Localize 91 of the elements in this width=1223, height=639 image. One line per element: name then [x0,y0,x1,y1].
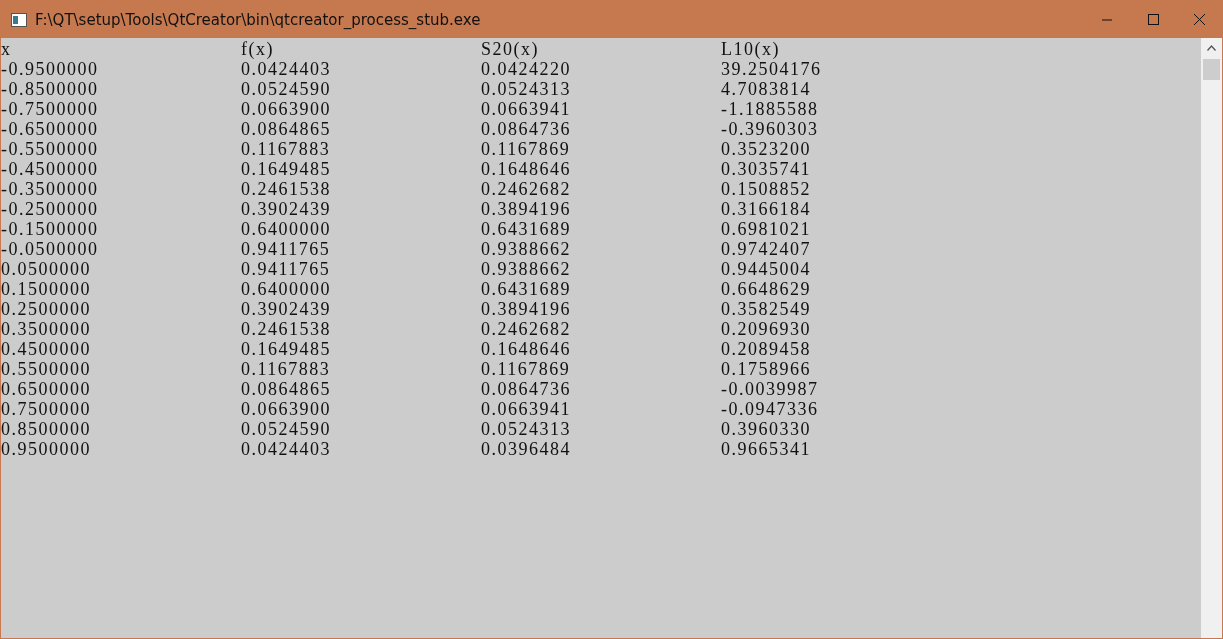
output-value: 0.3500000 [1,319,91,339]
output-value: 0.9411765 [241,239,331,259]
output-value: 0.3960330 [721,419,811,439]
output-value: 0.6431689 [481,279,571,299]
output-value: 0.0524590 [241,419,331,439]
output-value: 0.3166184 [721,199,811,219]
output-value: -0.4500000 [1,159,99,179]
output-value: 0.6500000 [1,379,91,399]
output-value: 0.0424220 [481,59,571,79]
output-value: 0.9411765 [241,259,331,279]
output-value: 0.0864865 [241,379,331,399]
output-value: 0.0500000 [1,259,91,279]
output-value: 0.1167869 [481,359,571,379]
chevron-up-icon [1207,45,1216,51]
output-value: 0.1167883 [241,139,331,159]
output-value: 0.0424403 [241,439,331,459]
output-value: 0.9388662 [481,259,571,279]
output-value: 0.1648646 [481,339,571,359]
output-value: 0.0864736 [481,119,571,139]
output-value: 0.6981021 [721,219,811,239]
output-value: 0.6648629 [721,279,811,299]
output-value: 0.9665341 [721,439,811,459]
output-value: 0.1500000 [1,279,91,299]
output-value: 0.3582549 [721,299,811,319]
output-value: 0.9388662 [481,239,571,259]
output-value: -0.0947336 [721,399,819,419]
output-value: -0.3500000 [1,179,99,199]
column-header: S20(x) [481,39,539,59]
output-value: -0.2500000 [1,199,99,219]
column-header: f(x) [241,39,274,59]
maximize-icon [1147,14,1159,25]
output-value: 0.2461538 [241,179,331,199]
output-value: 0.3894196 [481,299,571,319]
output-value: -0.0500000 [1,239,99,259]
console-app-icon [11,12,27,27]
output-value: 0.1758966 [721,359,811,379]
output-value: 39.2504176 [721,59,822,79]
output-value: 0.1648646 [481,159,571,179]
output-value: 0.4500000 [1,339,91,359]
output-value: -0.6500000 [1,119,99,139]
output-value: 0.2096930 [721,319,811,339]
output-value: 0.1649485 [241,339,331,359]
output-value: 0.0524313 [481,419,571,439]
window-title: F:\QT\setup\Tools\QtCreator\bin\qtcreator_process_stub.exe [35,10,482,29]
output-value: 0.0864736 [481,379,571,399]
vertical-scrollbar[interactable] [1201,38,1222,638]
output-value: 0.2462682 [481,179,571,199]
output-value: 0.0663941 [481,99,571,119]
output-value: 0.5500000 [1,359,91,379]
output-value: -0.9500000 [1,59,99,79]
column-header: L10(x) [721,39,780,59]
output-value: 0.3894196 [481,199,571,219]
output-value: 0.8500000 [1,419,91,439]
output-value: 0.0864865 [241,119,331,139]
output-value: 0.7500000 [1,399,91,419]
output-value: 0.1167869 [481,139,571,159]
output-value: 0.2461538 [241,319,331,339]
output-value: -0.7500000 [1,99,99,119]
output-value: 0.1167883 [241,359,331,379]
output-value: 4.7083814 [721,79,811,99]
output-value: -0.1500000 [1,219,99,239]
output-value: 0.9500000 [1,439,91,459]
output-value: 0.3902439 [241,299,331,319]
output-value: 0.0663941 [481,399,571,419]
scrollbar-thumb[interactable] [1203,59,1220,80]
output-value: 0.6400000 [241,279,331,299]
output-value: 0.1508852 [721,179,811,199]
output-value: 0.2500000 [1,299,91,319]
output-value: -0.3960303 [721,119,819,139]
output-value: -0.8500000 [1,79,99,99]
output-value: 0.0663900 [241,99,331,119]
output-value: 0.6400000 [241,219,331,239]
column-header: x [1,39,12,59]
output-value: 0.0424403 [241,59,331,79]
output-value: 0.0524313 [481,79,571,99]
output-value: 0.3523200 [721,139,811,159]
output-value: 0.0663900 [241,399,331,419]
output-value: 0.3902439 [241,199,331,219]
output-value: -0.0039987 [721,379,819,399]
output-value: 0.9445004 [721,259,811,279]
output-value: 0.2462682 [481,319,571,339]
output-value: -1.1885588 [721,99,819,119]
close-icon [1193,14,1205,25]
output-value: -0.5500000 [1,139,99,159]
output-value: 0.2089458 [721,339,811,359]
output-value: 0.0524590 [241,79,331,99]
output-value: 0.0396484 [481,439,571,459]
output-value: 0.9742407 [721,239,811,259]
output-value: 0.6431689 [481,219,571,239]
output-value: 0.1649485 [241,159,331,179]
output-value: 0.3035741 [721,159,811,179]
